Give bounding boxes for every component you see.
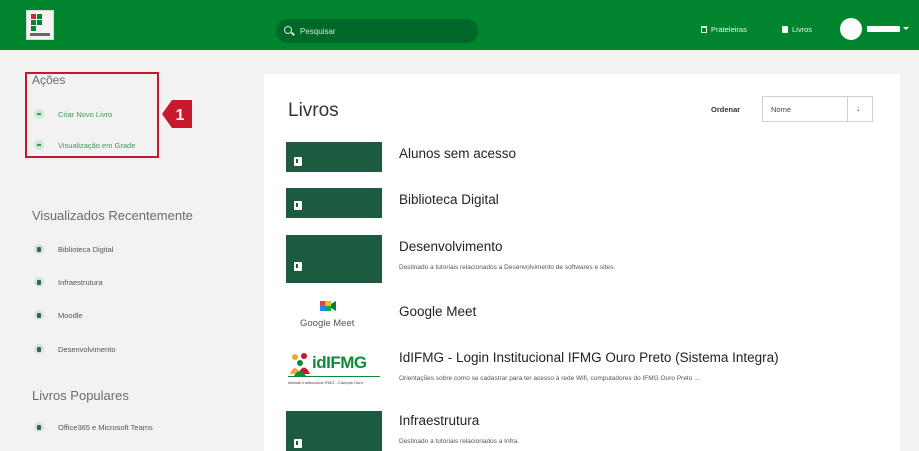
sort-label: Ordenar	[711, 105, 741, 114]
recent-item[interactable]: Moodle	[34, 310, 83, 320]
book-icon	[294, 262, 302, 271]
book-item[interactable]: idIFMG ntidade Institucional IFMG - Camp…	[286, 348, 886, 396]
search-icon	[284, 26, 292, 34]
popular-item-label: Office365 e Microsoft Teams	[58, 422, 153, 432]
page-title: Livros	[288, 100, 339, 121]
top-bar: Prateleiras Livros	[0, 0, 919, 50]
book-item[interactable]: Infraestrutura Destinado a tutoriais rel…	[286, 411, 886, 451]
book-title[interactable]: Biblioteca Digital	[399, 192, 499, 207]
google-meet-logo-text: Google Meet	[300, 318, 355, 329]
recent-item[interactable]: Biblioteca Digital	[34, 244, 113, 254]
popular-heading: Livros Populares	[32, 388, 129, 403]
book-title[interactable]: Google Meet	[399, 304, 476, 319]
book-cover[interactable]	[286, 188, 382, 218]
book-icon	[294, 201, 302, 210]
book-description: Destinado a tutoriais relacionados a Inf…	[399, 438, 519, 445]
book-icon	[34, 422, 44, 432]
chevron-down-icon[interactable]	[903, 27, 909, 30]
book-title[interactable]: IdIFMG - Login Institucional IFMG Ouro P…	[399, 350, 779, 365]
recent-heading: Visualizados Recentemente	[32, 208, 193, 223]
recent-item-label: Moodle	[58, 310, 83, 320]
book-icon	[34, 277, 44, 287]
book-icon	[294, 157, 302, 166]
book-description: Destinado a tutoriais relacionados a Des…	[399, 264, 616, 271]
book-item[interactable]: Google Meet Google Meet	[286, 296, 886, 336]
sort-arrow-icon[interactable]: ↓	[856, 104, 860, 113]
popular-item[interactable]: Office365 e Microsoft Teams	[34, 422, 153, 432]
nav-books-label: Livros	[792, 25, 813, 34]
idifmg-logo-text: idIFMG	[312, 353, 367, 372]
ifmg-logo[interactable]	[26, 10, 54, 40]
people-icon	[290, 353, 310, 376]
book-cover[interactable]	[286, 235, 382, 283]
idifmg-logo[interactable]: idIFMG ntidade Institucional IFMG - Camp…	[286, 348, 382, 396]
book-icon	[34, 344, 44, 354]
annotation-callout-1: 1	[162, 100, 192, 128]
recent-item[interactable]: Desenvolvimento	[34, 344, 116, 354]
book-title[interactable]: Infraestrutura	[399, 413, 479, 428]
google-meet-camera-icon	[320, 301, 336, 311]
user-name-redacted[interactable]	[867, 26, 900, 32]
nav-shelves-label: Prateleiras	[711, 25, 747, 34]
shelves-icon	[701, 26, 707, 33]
book-cover[interactable]	[286, 142, 382, 172]
nav-shelves-link[interactable]: Prateleiras	[701, 25, 747, 34]
idifmg-logo-subtext: ntidade Institucional IFMG - Campus Ouro	[288, 380, 363, 385]
search-input[interactable]	[300, 22, 470, 40]
search-box[interactable]	[276, 19, 478, 43]
book-description: Orientações sobre como se cadastrar para…	[399, 375, 700, 382]
user-avatar[interactable]	[840, 18, 862, 40]
book-icon	[782, 26, 788, 33]
book-item[interactable]: Biblioteca Digital	[286, 188, 886, 218]
book-cover[interactable]	[286, 411, 382, 451]
book-title[interactable]: Alunos sem acesso	[399, 146, 516, 161]
nav-books-link[interactable]: Livros	[782, 25, 812, 34]
annotation-number: 1	[176, 107, 185, 124]
book-item[interactable]: Alunos sem acesso	[286, 142, 886, 172]
recent-item-label: Desenvolvimento	[58, 344, 116, 354]
recent-item-label: Infraestrutura	[58, 277, 103, 287]
book-icon	[294, 439, 302, 448]
google-meet-logo[interactable]: Google Meet	[286, 296, 382, 336]
book-icon	[34, 244, 44, 254]
book-icon	[34, 310, 44, 320]
sort-value: Nome	[771, 105, 792, 114]
annotation-highlight-box	[25, 72, 159, 158]
recent-item[interactable]: Infraestrutura	[34, 277, 103, 287]
book-title[interactable]: Desenvolvimento	[399, 239, 503, 254]
book-item[interactable]: Desenvolvimento Destinado a tutoriais re…	[286, 235, 886, 283]
sort-select[interactable]: Nome ↓	[762, 96, 873, 122]
recent-item-label: Biblioteca Digital	[58, 244, 114, 254]
